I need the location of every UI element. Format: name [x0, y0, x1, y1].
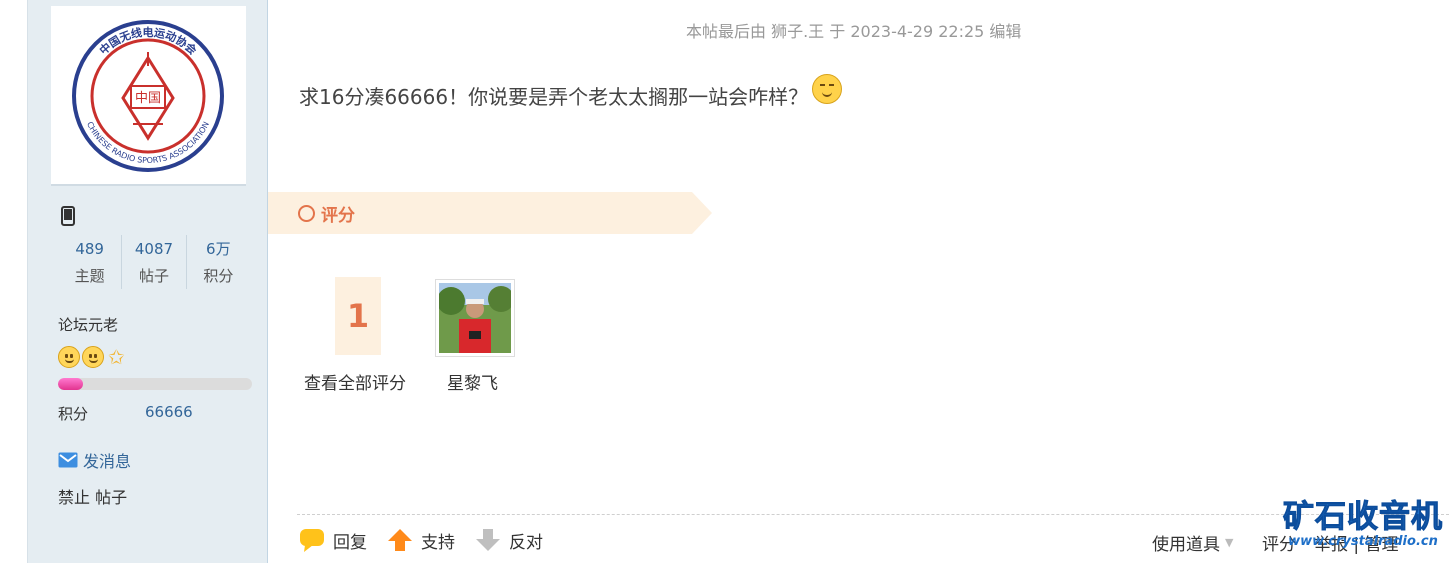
rating-title: 评分: [298, 192, 355, 234]
oppose-label: 反对: [509, 532, 543, 553]
stat-posts-value: 4087: [134, 240, 174, 258]
sun-smile-icon: [82, 346, 104, 368]
rating-count[interactable]: 1: [335, 277, 381, 355]
support-label: 支持: [421, 532, 455, 553]
stat-credits-label: 积分: [203, 267, 234, 285]
post-actions: 回复 支持 反对: [299, 527, 563, 553]
caret-down-icon: ▼: [1225, 536, 1234, 549]
watermark-url: www.crystalradio.cn: [1288, 534, 1438, 549]
rating-banner: 评分: [268, 192, 712, 234]
support-button[interactable]: 支持: [387, 527, 455, 553]
thinking-emoji-icon: [812, 74, 843, 104]
stat-threads-label: 主题: [74, 267, 105, 285]
stat-threads[interactable]: 489 主题: [58, 235, 121, 289]
credit-progress-fill: [58, 378, 84, 390]
post-divider: [297, 514, 1449, 515]
speech-bubble-icon: [300, 529, 324, 552]
star-icon: ✩: [108, 345, 125, 369]
stat-posts[interactable]: 4087 帖子: [121, 235, 185, 289]
user-sidebar: 中国无线电运动协会 CHINESE RADIO SPORTS ASSOCIATI…: [27, 0, 268, 563]
send-message-link[interactable]: 发消息: [58, 448, 131, 472]
rater-avatar[interactable]: [435, 279, 515, 357]
rank-stars: ✩: [58, 346, 125, 368]
watermark-title: 矿石收音机: [1283, 499, 1443, 535]
credit-value: 66666: [145, 403, 193, 421]
rater-photo: [439, 283, 511, 353]
credit-progress-bar: [58, 378, 252, 390]
view-all-ratings-link[interactable]: 查看全部评分: [304, 369, 406, 394]
oppose-button[interactable]: 反对: [475, 527, 543, 553]
arrow-up-icon: [388, 529, 412, 551]
site-watermark: 矿石收音机 www.crystalradio.cn: [1280, 500, 1446, 550]
rating-title-label: 评分: [321, 205, 355, 226]
ban-post-link[interactable]: 禁止 帖子: [58, 484, 127, 508]
credit-label: 积分: [58, 405, 89, 423]
stat-credits-value: 6万: [206, 240, 231, 258]
stat-posts-label: 帖子: [138, 267, 169, 285]
stat-credits[interactable]: 6万 积分: [185, 235, 250, 289]
user-rank[interactable]: 论坛元老: [58, 314, 118, 335]
mobile-phone-icon: [61, 206, 75, 226]
mail-icon: [58, 452, 78, 468]
post-text: 求16分凑66666！你说要是弄个老太太搁那一站会咋样？: [299, 84, 809, 109]
send-message-label: 发消息: [83, 452, 132, 471]
post-content: 求16分凑66666！你说要是弄个老太太搁那一站会咋样？: [299, 74, 843, 110]
use-tools-menu[interactable]: 使用道具 ▼: [1152, 530, 1233, 555]
credit-row: 积分 66666: [58, 403, 193, 424]
circle-icon: [298, 204, 315, 222]
reply-button[interactable]: 回复: [299, 527, 367, 553]
user-stats: 489 主题 4087 帖子 6万 积分: [58, 235, 250, 289]
edit-notice: 本帖最后由 狮子.王 于 2023-4-29 22:25 编辑: [686, 22, 1022, 41]
reply-label: 回复: [333, 532, 367, 553]
stat-threads-value: 489: [75, 240, 104, 258]
arrow-down-icon: [476, 529, 500, 551]
rater-name[interactable]: 星黎飞: [447, 369, 498, 394]
use-tools-label: 使用道具: [1152, 535, 1220, 555]
logo-center-text: 中国: [135, 91, 161, 106]
crsa-logo: 中国无线电运动协会 CHINESE RADIO SPORTS ASSOCIATI…: [72, 20, 224, 172]
sun-smile-icon: [58, 346, 80, 368]
user-avatar[interactable]: 中国无线电运动协会 CHINESE RADIO SPORTS ASSOCIATI…: [51, 6, 246, 186]
